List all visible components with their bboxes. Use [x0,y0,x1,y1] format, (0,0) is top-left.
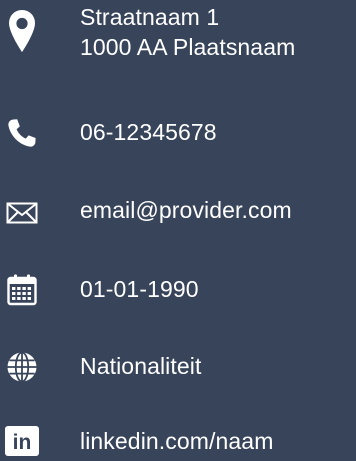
location-pin-icon [0,6,44,56]
contact-list: Straatnaam 1 1000 AA Plaatsnaam 06-12345… [0,0,356,461]
contact-row-phone: 06-12345678 [0,113,356,153]
contact-row-linkedin: in linkedin.com/naam [0,420,356,461]
contact-row-address: Straatnaam 1 1000 AA Plaatsnaam [0,0,356,80]
contact-row-nationality: Nationaliteit [0,347,356,387]
birthdate-value: 01-01-1990 [80,276,199,302]
address-line-2: 1000 AA Plaatsnaam [80,34,296,60]
phone-icon [0,113,44,153]
envelope-icon [0,193,44,233]
linkedin-url[interactable]: linkedin.com/naam [80,426,273,456]
calendar-icon [0,270,44,310]
linkedin-icon: in [0,420,44,461]
globe-icon [0,347,44,387]
email-address[interactable]: email@provider.com [80,195,292,225]
address-line-1: Straatnaam 1 [80,4,220,30]
contact-row-birthdate: 01-01-1990 [0,270,356,310]
phone-number[interactable]: 06-12345678 [80,117,217,147]
linkedin-logo-text: in [13,431,32,454]
address-text: Straatnaam 1 1000 AA Plaatsnaam [80,2,295,62]
nationality-value: Nationaliteit [80,353,202,379]
contact-row-email: email@provider.com [0,193,356,233]
